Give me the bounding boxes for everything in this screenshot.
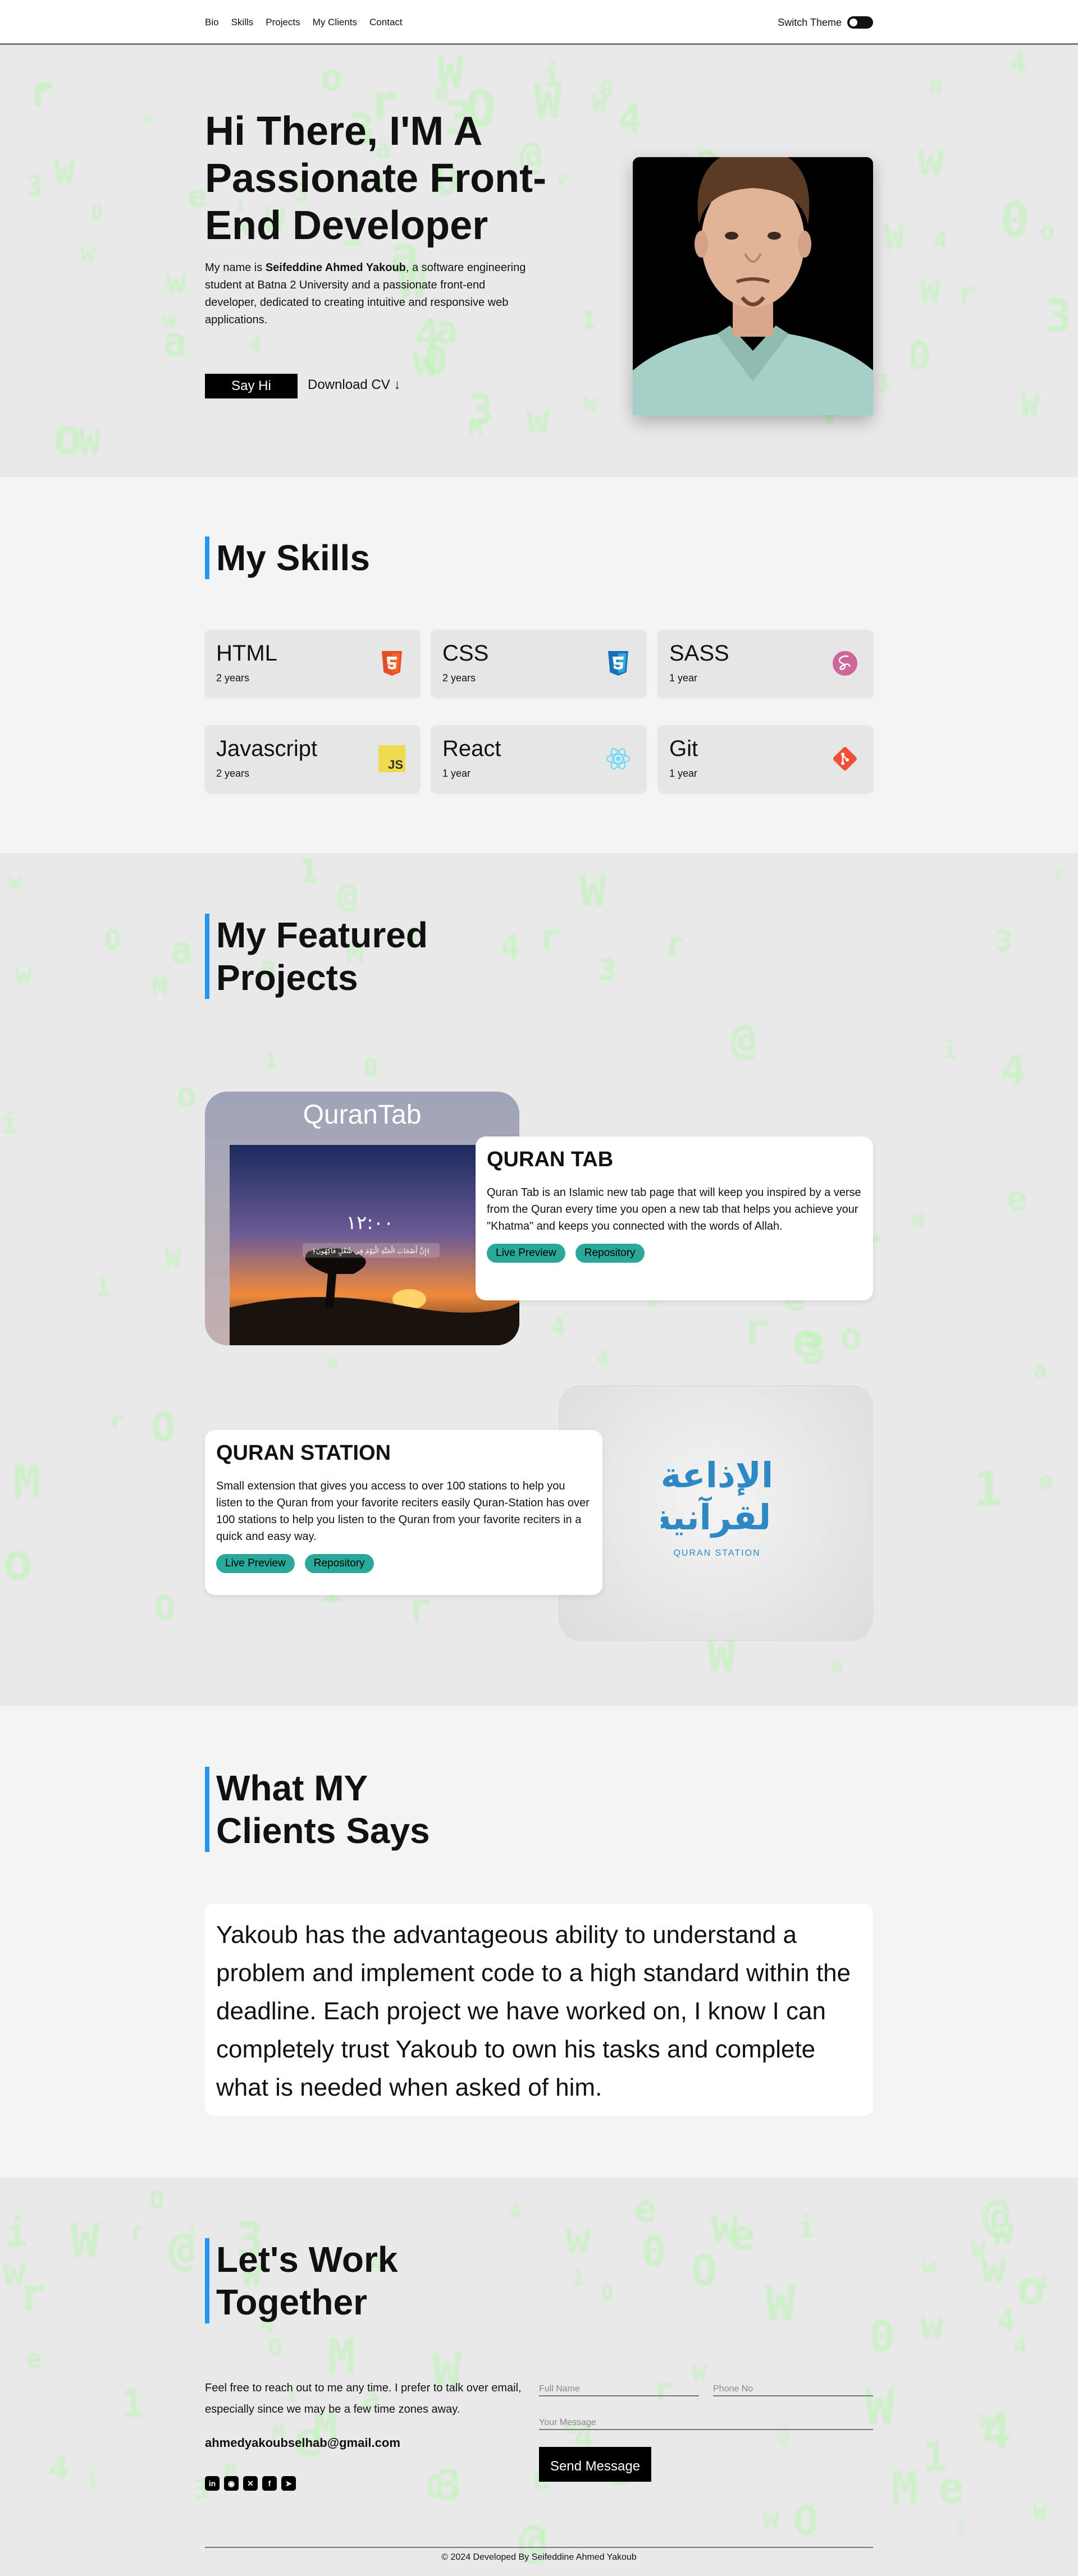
theme-switch-label: Switch Theme [778, 16, 842, 28]
top-nav: Bio Skills Projects My Clients Contact S… [0, 0, 1078, 45]
nav-link-clients[interactable]: My Clients [313, 17, 357, 28]
full-name-input[interactable]: Full Name [539, 2384, 699, 2396]
skill-name: React [442, 736, 501, 761]
repository-button[interactable]: Repository [575, 1244, 645, 1263]
hero-title: Hi There, I'M A Passionate Front-End Dev… [205, 109, 547, 248]
quran-tab-screenshot[interactable]: QuranTab ١٢:٠٠ ﴿إِنَّ أَصْحَابَ الْجَنَّ… [205, 1092, 519, 1345]
quran-tab-card: QURAN TAB Quran Tab is an Islamic new ta… [476, 1136, 873, 1300]
telegram-icon[interactable]: ➤ [281, 2476, 296, 2491]
footer-copyright: © 2024 Developed By Seifeddine Ahmed Yak… [205, 2547, 873, 2563]
skill-card-html: HTML 2 years [205, 630, 420, 697]
skill-years: 2 years [216, 768, 250, 779]
git-icon [833, 747, 857, 771]
quran-station-logo: الإذاعة القرآنية QURAN STATION [661, 1455, 773, 1558]
quran-tab-verse: ﴿إِنَّ أَصْحَابَ الْجَنَّةِ الْيَوْمَ فِ… [312, 1245, 431, 1257]
react-icon [606, 748, 630, 769]
skill-card-react: React 1 year [431, 725, 646, 792]
skill-years: 2 years [442, 672, 476, 684]
profile-photo [633, 146, 873, 415]
skill-name: SASS [669, 641, 729, 666]
theme-toggle[interactable] [847, 16, 873, 29]
skill-years: 1 year [669, 672, 698, 684]
skill-name: Javascript [216, 736, 318, 761]
theme-switch[interactable]: Switch Theme [778, 16, 873, 29]
hero-intro-name: Seifeddine Ahmed Yakoub [265, 262, 406, 274]
phone-input[interactable]: Phone No [713, 2384, 873, 2396]
clients-title: What MY Clients Says [205, 1767, 430, 1852]
logo-arabic-line1: الإذاعة [661, 1455, 773, 1496]
nav-link-projects[interactable]: Projects [266, 17, 300, 28]
nav-link-contact[interactable]: Contact [369, 17, 403, 28]
contact-title-line2: Together [216, 2282, 368, 2322]
projects-title: My Featured Projects [205, 914, 428, 999]
skill-years: 2 years [216, 672, 250, 684]
project-name: QURAN STATION [216, 1441, 391, 1465]
hero-intro: My name is Seifeddine Ahmed Yakoub, a so… [205, 259, 536, 329]
skill-card-css: CSS 2 years [431, 630, 646, 697]
contact-text: Feel free to reach out to me any time. I… [205, 2382, 522, 2415]
nav-links: Bio Skills Projects My Clients Contact [205, 17, 403, 28]
message-textarea[interactable]: Your Message [539, 2418, 873, 2430]
javascript-icon: JS [378, 745, 405, 772]
project-image-caption: QuranTab [303, 1100, 422, 1130]
projects-section: 3eO1W0aeW4OaOWoeaOOaa3MMr0WOM@M1@WWir0or… [0, 853, 1078, 1706]
html5-icon [382, 651, 402, 676]
github-icon[interactable]: ◉ [224, 2476, 239, 2491]
hero-intro-prefix: My name is [205, 262, 266, 274]
twitter-icon[interactable]: ✕ [243, 2476, 258, 2491]
skill-years: 1 year [442, 768, 471, 779]
client-testimonial: Yakoub has the advantageous ability to u… [205, 1904, 873, 2116]
linkedin-icon[interactable]: in [205, 2476, 220, 2491]
sass-icon [833, 651, 857, 676]
nav-link-bio[interactable]: Bio [205, 17, 219, 28]
projects-title-line2: Projects [216, 957, 358, 998]
svg-text:JS: JS [388, 758, 403, 772]
contact-section: 4OwO1iieMMW@wM3r14wi1W3e4wa0M@e3w0OW@iei… [0, 2178, 1078, 2576]
live-preview-button[interactable]: Live Preview [487, 1244, 565, 1263]
say-hi-button[interactable]: Say Hi [205, 374, 298, 398]
quran-tab-clock: ١٢:٠٠ [346, 1212, 394, 1234]
project-description: Small extension that gives you access to… [216, 1480, 590, 1543]
contact-title: Let's Work Together [205, 2238, 398, 2323]
facebook-icon[interactable]: f [262, 2476, 277, 2491]
send-message-button[interactable]: Send Message [539, 2447, 651, 2482]
skill-card-sass: SASS 1 year [658, 630, 873, 697]
clients-section: What MY Clients Says Yakoub has the advan… [0, 1706, 1078, 2178]
skill-years: 1 year [669, 768, 698, 779]
skill-name: Git [669, 736, 698, 761]
skill-name: CSS [442, 641, 489, 666]
clients-title-line1: What MY [216, 1768, 368, 1808]
download-cv-link[interactable]: Download CV ↓ [308, 377, 400, 393]
live-preview-button[interactable]: Live Preview [216, 1554, 295, 1573]
portrait-image [633, 146, 873, 415]
project-description: Quran Tab is an Islamic new tab page tha… [487, 1186, 861, 1232]
repository-button[interactable]: Repository [304, 1554, 374, 1573]
project-name: QURAN TAB [487, 1148, 614, 1171]
skill-card-javascript: Javascript 2 years JS [205, 725, 420, 792]
skill-card-git: Git 1 year [658, 725, 873, 792]
nav-link-skills[interactable]: Skills [231, 17, 254, 28]
hero-section: WWOwwoM1o3r4OMaiW440344OWMawo3WaeOWW@MoW… [0, 45, 1078, 477]
skills-title: My Skills [205, 537, 370, 579]
social-links: in ◉ ✕ f ➤ [205, 2476, 296, 2491]
clients-title-line2: Clients Says [216, 1810, 430, 1851]
skills-section: My Skills HTML 2 years CSS 2 years SASS … [0, 477, 1078, 853]
logo-arabic-line2: القرآنية [661, 1496, 773, 1538]
contact-email[interactable]: ahmedyakoubselhab@gmail.com [205, 2436, 400, 2450]
css3-icon [608, 651, 628, 676]
projects-title-line1: My Featured [216, 915, 428, 955]
quran-station-card: QURAN STATION Small extension that gives… [205, 1430, 602, 1595]
skill-name: HTML [216, 641, 277, 666]
contact-title-line1: Let's Work [216, 2239, 398, 2280]
project-image-caption: QURAN STATION [673, 1548, 760, 1558]
quran-station-screenshot[interactable]: الإذاعة القرآنية QURAN STATION [559, 1385, 873, 1641]
